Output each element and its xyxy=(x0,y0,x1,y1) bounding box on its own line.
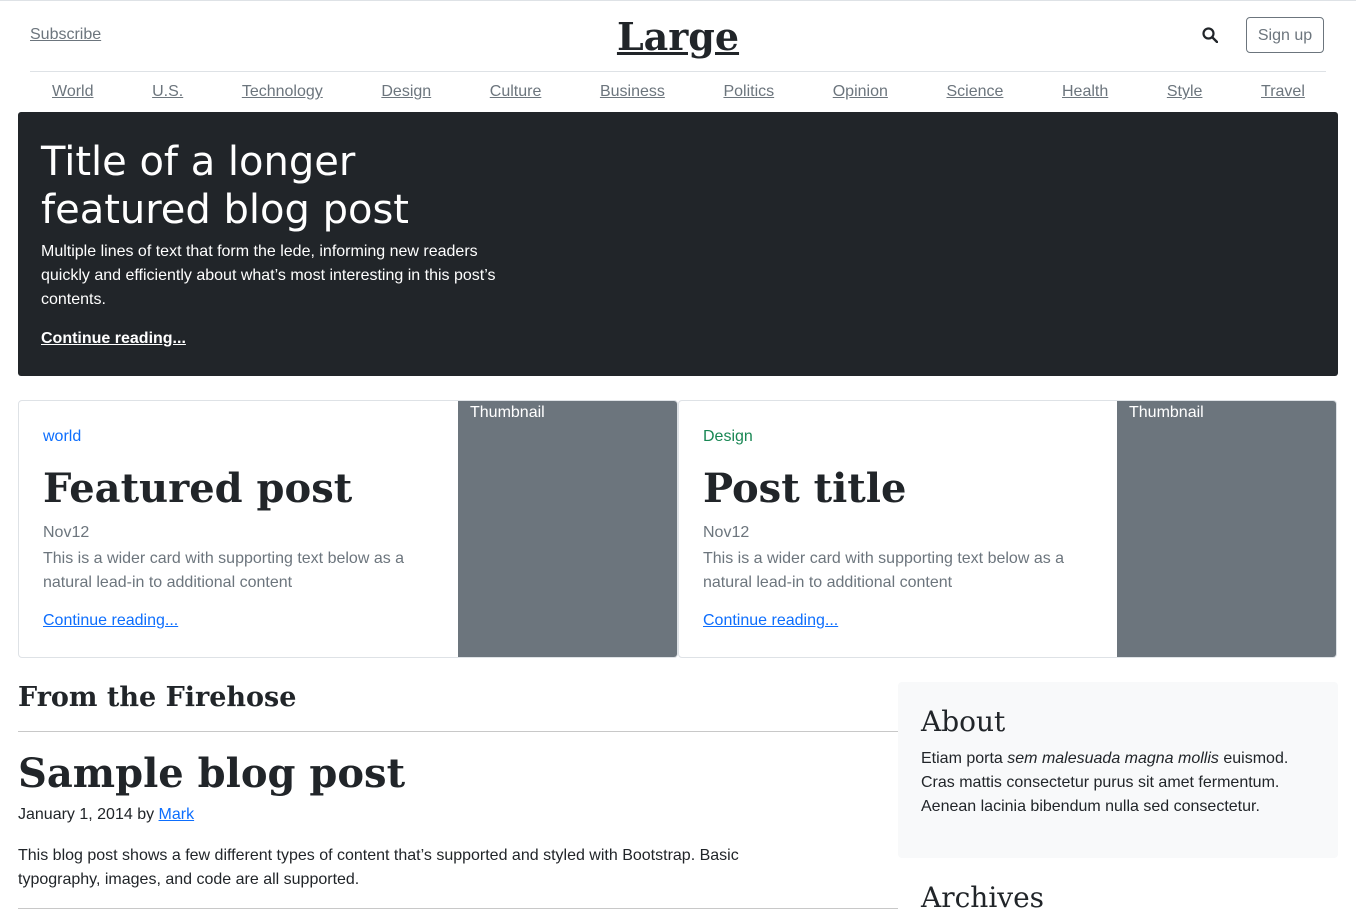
card-category: Design xyxy=(703,428,753,445)
sign-up-button[interactable]: Sign up xyxy=(1246,17,1324,53)
card-category: world xyxy=(43,428,82,445)
about-box: About Etiam porta sem malesuada magna mo… xyxy=(898,682,1338,858)
featured-hero: Title of a longer featured blog post Mul… xyxy=(18,112,1338,376)
nav-item-science[interactable]: Science xyxy=(946,72,1003,111)
site-header: Subscribe Large Sign up xyxy=(30,1,1326,71)
nav-item-culture[interactable]: Culture xyxy=(490,72,542,111)
nav-item-style[interactable]: Style xyxy=(1167,72,1203,111)
about-text: Etiam porta sem malesuada magna mollis e… xyxy=(921,747,1311,819)
card-date: Nov12 xyxy=(43,524,90,541)
category-nav: World U.S. Technology Design Culture Bus… xyxy=(30,71,1326,111)
featured-post-card: world Featured post Nov12 This is a wide… xyxy=(18,400,678,658)
card-date: Nov12 xyxy=(703,524,750,541)
card-text: This is a wider card with supporting tex… xyxy=(703,550,1065,591)
search-icon[interactable] xyxy=(1202,27,1218,43)
blog-post-body: This blog post shows a few different typ… xyxy=(18,847,739,888)
section-title: From the Firehose xyxy=(18,682,297,713)
nav-item-us[interactable]: U.S. xyxy=(152,72,183,111)
nav-item-travel[interactable]: Travel xyxy=(1261,72,1305,111)
divider xyxy=(18,908,898,909)
thumbnail-label: Thumbnail xyxy=(1129,404,1204,421)
archives-title: Archives xyxy=(921,881,1045,914)
nav-item-design[interactable]: Design xyxy=(381,72,431,111)
card-title: Featured post xyxy=(43,465,353,512)
site-logo[interactable]: Large xyxy=(30,12,1326,62)
card-continue-link[interactable]: Continue reading... xyxy=(703,612,838,630)
hero-continue-link[interactable]: Continue reading... xyxy=(41,330,186,348)
hero-lede: Multiple lines of text that form the led… xyxy=(41,243,496,308)
blog-post-title: Sample blog post xyxy=(18,750,406,797)
nav-item-technology[interactable]: Technology xyxy=(242,72,323,111)
post-title-card: Design Post title Nov12 This is a wider … xyxy=(678,400,1337,658)
about-title: About xyxy=(921,705,1006,738)
nav-item-opinion[interactable]: Opinion xyxy=(833,72,888,111)
card-thumbnail: Thumbnail xyxy=(458,401,677,657)
about-text-emphasis: sem malesuada magna mollis xyxy=(1007,750,1219,767)
hero-title: Title of a longer featured blog post xyxy=(41,139,409,233)
blog-post-meta: January 1, 2014 by Mark xyxy=(18,806,194,824)
nav-item-health[interactable]: Health xyxy=(1062,72,1108,111)
nav-item-world[interactable]: World xyxy=(52,72,94,111)
post-date-byline: January 1, 2014 by xyxy=(18,806,159,823)
nav-item-politics[interactable]: Politics xyxy=(723,72,774,111)
card-text: This is a wider card with supporting tex… xyxy=(43,550,405,591)
about-text-part: Etiam porta xyxy=(921,750,1008,767)
card-continue-link[interactable]: Continue reading... xyxy=(43,612,178,630)
divider xyxy=(18,731,898,732)
card-title: Post title xyxy=(703,465,907,512)
nav-item-business[interactable]: Business xyxy=(600,72,665,111)
author-link[interactable]: Mark xyxy=(159,806,195,823)
card-thumbnail: Thumbnail xyxy=(1117,401,1336,657)
thumbnail-label: Thumbnail xyxy=(470,404,545,421)
